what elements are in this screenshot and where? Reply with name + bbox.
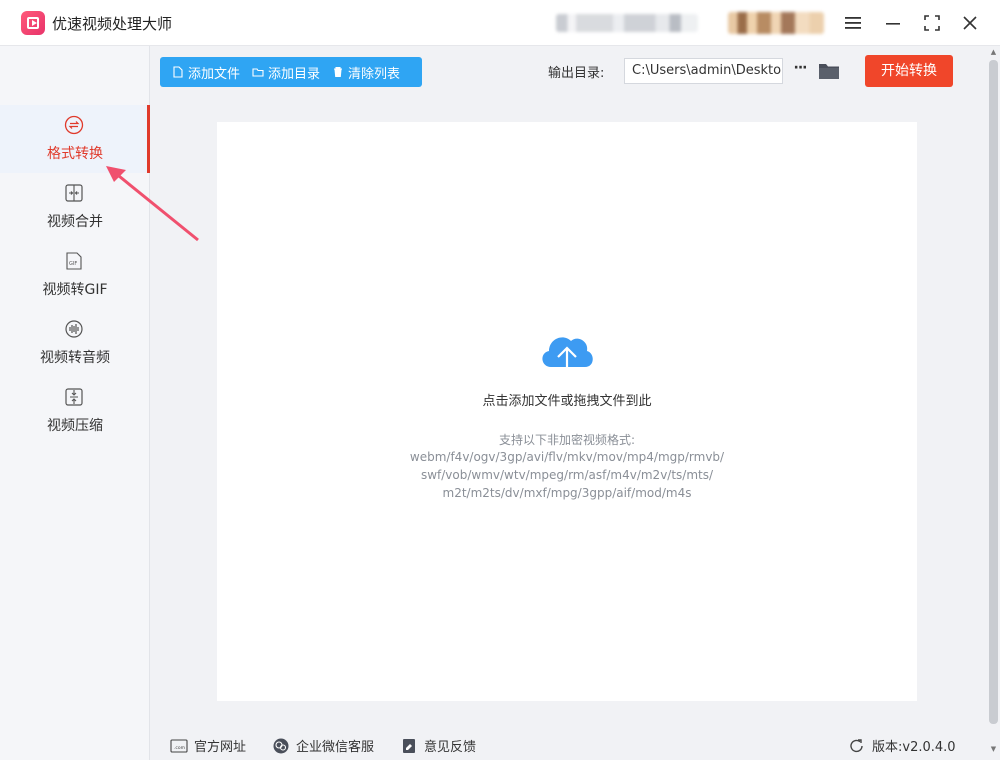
hamburger-icon[interactable]: [838, 8, 868, 38]
convert-icon: [64, 115, 84, 135]
file-icon: [173, 66, 183, 78]
maximize-icon[interactable]: [917, 8, 947, 38]
add-file-label: 添加文件: [188, 66, 241, 82]
browse-more-button[interactable]: ···: [790, 60, 810, 82]
compress-icon: [65, 388, 83, 406]
audio-icon: [65, 320, 83, 338]
clear-list-button[interactable]: 清除列表: [320, 57, 400, 87]
blurred-user-info: [556, 14, 698, 32]
clear-list-label: 清除列表: [348, 66, 401, 82]
version-label: 版本:v2.0.4.0: [872, 740, 956, 755]
output-dir-label: 输出目录:: [548, 66, 605, 81]
footer-bar: .com 官方网址 企业微信客服 意见反馈 版本:v2.0.4.0: [150, 722, 987, 760]
svg-text:GIF: GIF: [69, 261, 77, 267]
wechat-support-link[interactable]: 企业微信客服: [272, 736, 374, 755]
scroll-up-icon[interactable]: ▲: [988, 48, 999, 58]
sidebar-item-label: 视频转音频: [40, 350, 110, 366]
wechat-icon: [273, 738, 289, 753]
sidebar-item-video-to-audio[interactable]: 视频转音频: [0, 309, 150, 377]
sidebar-item-label: 视频转GIF: [42, 282, 108, 298]
start-convert-button[interactable]: 开始转换: [865, 55, 953, 87]
wechat-label: 企业微信客服: [296, 740, 375, 755]
drop-instruction: 点击添加文件或拖拽文件到此: [482, 394, 652, 409]
close-icon[interactable]: [955, 8, 985, 38]
add-folder-button[interactable]: 添加目录: [240, 57, 320, 87]
supported-formats-line: m2t/m2ts/dv/mxf/mpg/3gpp/aif/mod/m4s: [442, 486, 692, 500]
scrollbar-thumb[interactable]: [989, 60, 998, 724]
supported-formats-line: webm/f4v/ogv/3gp/avi/flv/mkv/mov/mp4/mgp…: [409, 450, 725, 464]
website-label: 官方网址: [194, 740, 247, 755]
add-folder-label: 添加目录: [268, 66, 321, 82]
sidebar-item-label: 视频压缩: [47, 418, 103, 434]
app-title: 优速视频处理大师: [52, 15, 173, 33]
gif-icon: GIF: [66, 252, 82, 270]
scroll-down-icon[interactable]: ▼: [988, 745, 999, 755]
app-logo-icon: [21, 11, 45, 35]
version-info[interactable]: 版本:v2.0.4.0: [848, 736, 956, 755]
file-drop-zone[interactable]: 点击添加文件或拖拽文件到此 支持以下非加密视频格式: webm/f4v/ogv/…: [217, 122, 917, 701]
sidebar-item-video-compress[interactable]: 视频压缩: [0, 377, 150, 445]
blurred-avatar[interactable]: [728, 12, 824, 34]
file-toolbar: 添加文件 添加目录 清除列表: [160, 57, 422, 87]
minimize-icon[interactable]: [878, 8, 908, 38]
svg-text:.com: .com: [174, 746, 185, 751]
feedback-label: 意见反馈: [424, 740, 477, 755]
trash-icon: [334, 66, 343, 78]
sidebar-item-video-to-gif[interactable]: GIF 视频转GIF: [0, 241, 150, 309]
cloud-upload-icon: [542, 337, 593, 379]
feedback-link[interactable]: 意见反馈: [400, 736, 476, 755]
supported-formats-heading: 支持以下非加密视频格式:: [498, 433, 636, 447]
feedback-icon: [403, 738, 415, 753]
output-dir-input[interactable]: C:\Users\admin\Desktop: [624, 58, 783, 84]
add-file-button[interactable]: 添加文件: [160, 57, 240, 87]
official-website-link[interactable]: .com 官方网址: [170, 736, 246, 755]
merge-icon: [65, 184, 83, 202]
refresh-icon: [850, 738, 863, 752]
open-folder-icon[interactable]: [818, 60, 840, 82]
annotation-arrow-icon: [106, 166, 199, 242]
sidebar: 格式转换 视频合并 GIF 视频转GIF 视频转音频 视频压缩: [0, 46, 150, 760]
folder-icon: [252, 68, 264, 77]
supported-formats-line: swf/vob/wmv/wtv/mpeg/rm/asf/m4v/m2v/ts/m…: [420, 468, 714, 482]
website-icon: .com: [170, 738, 188, 753]
title-bar: 优速视频处理大师: [0, 0, 1000, 46]
